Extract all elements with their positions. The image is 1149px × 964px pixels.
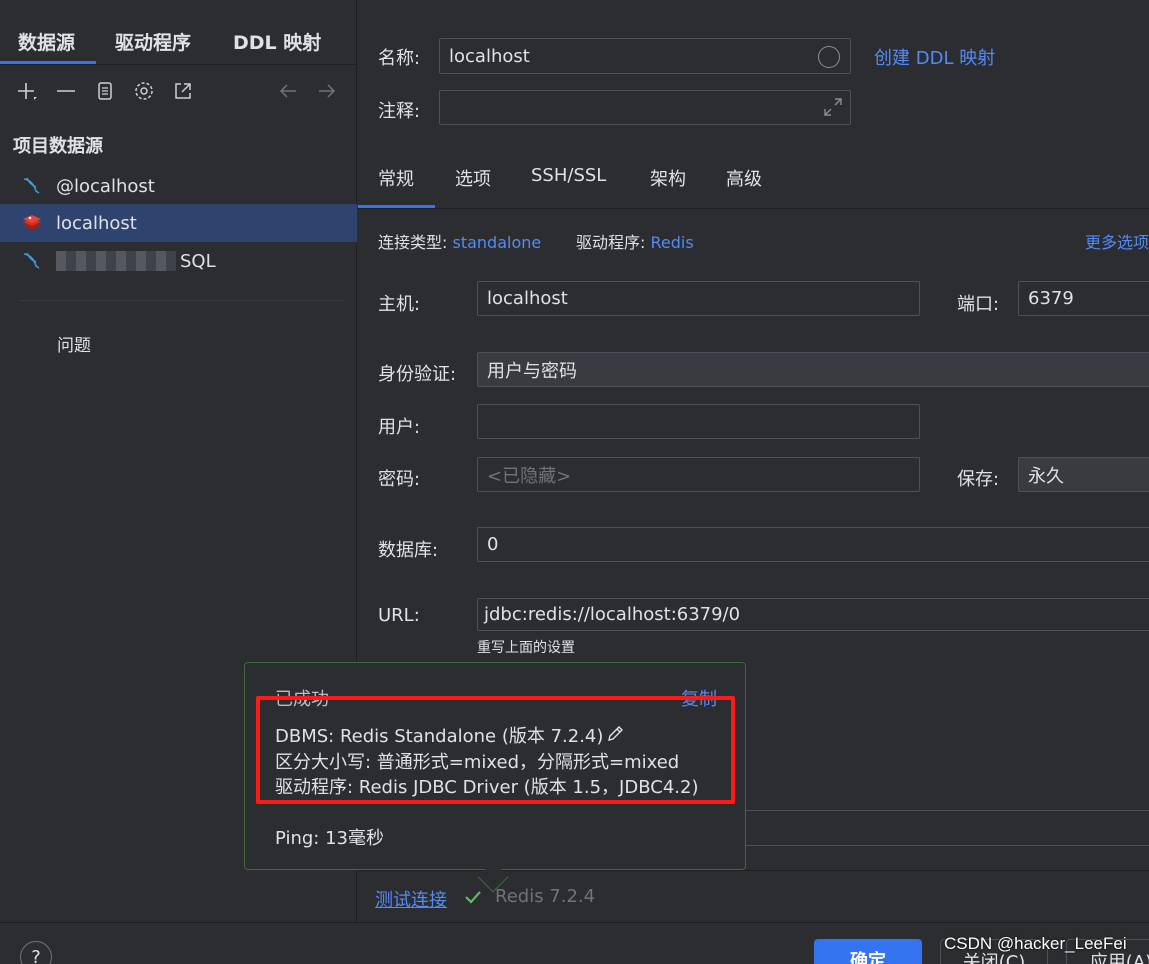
tab-general[interactable]: 常规: [378, 165, 414, 191]
host-label: 主机:: [378, 294, 421, 315]
hidden-field-edge: [744, 845, 1149, 846]
database-input[interactable]: 0: [477, 527, 1149, 562]
port-label: 端口:: [957, 294, 1000, 315]
problems-label[interactable]: 问题: [57, 331, 91, 356]
watermark: CSDN @hacker_LeeFei: [944, 934, 1127, 953]
divider: [20, 300, 345, 301]
name-field[interactable]: localhost: [439, 38, 851, 74]
redis-icon: [20, 211, 44, 235]
password-input[interactable]: <已隐藏>: [477, 457, 920, 492]
create-ddl-mapping-link[interactable]: 创建 DDL 映射: [874, 44, 995, 70]
comment-field[interactable]: [439, 90, 851, 125]
authentication-dropdown[interactable]: 用户与密码: [477, 352, 1149, 387]
add-icon[interactable]: [16, 80, 38, 102]
tabs-divider: [358, 208, 1149, 209]
url-label: URL:: [378, 605, 420, 626]
authentication-label: 身份验证:: [378, 364, 457, 385]
password-label: 密码:: [378, 469, 421, 490]
forward-arrow-icon[interactable]: [316, 80, 338, 102]
open-external-icon[interactable]: [172, 80, 194, 102]
datasource-item-mysql-blurred[interactable]: SQL: [0, 242, 357, 280]
driver-row: 驱动程序: Redis: [576, 229, 694, 253]
ping-info: Ping: 13毫秒: [275, 828, 384, 849]
remove-icon[interactable]: [55, 80, 77, 102]
driver-label: 驱动程序:: [576, 233, 646, 252]
url-input[interactable]: jdbc:redis://localhost:6379/0: [477, 598, 1149, 631]
success-check-icon: [463, 887, 483, 912]
override-settings-note: 重写上面的设置: [477, 640, 575, 656]
user-input[interactable]: [477, 404, 920, 439]
red-highlight-box: [256, 696, 735, 804]
datasource-label: SQL: [180, 250, 216, 272]
tab-advanced[interactable]: 高级: [726, 165, 762, 191]
tab-ddl-mappings[interactable]: DDL 映射: [233, 28, 321, 55]
datasource-label: localhost: [56, 212, 137, 234]
driver-dropdown[interactable]: Redis: [651, 233, 694, 252]
redacted-text: [56, 251, 176, 271]
mysql-icon: [20, 249, 44, 273]
hidden-field-edge: [744, 810, 1149, 811]
settings-icon[interactable]: [133, 80, 155, 102]
test-connection-link[interactable]: 测试连接: [375, 886, 447, 912]
connection-type-row: 连接类型: standalone: [378, 229, 541, 253]
tab-drivers[interactable]: 驱动程序: [115, 28, 191, 55]
color-circle-icon[interactable]: [818, 46, 840, 68]
tab-schemas[interactable]: 架构: [650, 165, 686, 191]
user-label: 用户:: [378, 417, 421, 438]
port-input[interactable]: 6379: [1018, 281, 1149, 316]
mysql-icon: [20, 174, 44, 198]
divider: [358, 870, 1149, 871]
datasource-item-mysql-localhost[interactable]: @localhost: [0, 167, 357, 205]
connection-type-label: 连接类型:: [378, 233, 448, 252]
comment-label: 注释:: [378, 101, 421, 122]
host-input[interactable]: localhost: [477, 281, 920, 316]
duplicate-icon[interactable]: [94, 80, 116, 102]
test-result-text: Redis 7.2.4: [495, 886, 596, 907]
tabs-divider: [0, 64, 357, 65]
tab-datasources[interactable]: 数据源: [18, 28, 75, 55]
back-arrow-icon[interactable]: [277, 80, 299, 102]
datasource-label: @localhost: [56, 175, 155, 197]
save-dropdown[interactable]: 永久: [1018, 457, 1149, 492]
connection-type-dropdown[interactable]: standalone: [453, 233, 542, 252]
expand-icon[interactable]: [822, 96, 844, 123]
tab-ssh-ssl[interactable]: SSH/SSL: [531, 165, 606, 186]
datasource-item-redis-localhost[interactable]: localhost: [0, 204, 357, 242]
database-label: 数据库:: [378, 540, 439, 561]
more-options-link[interactable]: 更多选项: [1085, 229, 1149, 253]
project-datasources-heading: 项目数据源: [13, 136, 103, 157]
name-value: localhost: [449, 45, 530, 67]
ok-button[interactable]: 确定: [814, 939, 922, 964]
tab-options[interactable]: 选项: [455, 165, 491, 191]
save-label: 保存:: [957, 469, 1000, 490]
name-label: 名称:: [378, 48, 421, 69]
